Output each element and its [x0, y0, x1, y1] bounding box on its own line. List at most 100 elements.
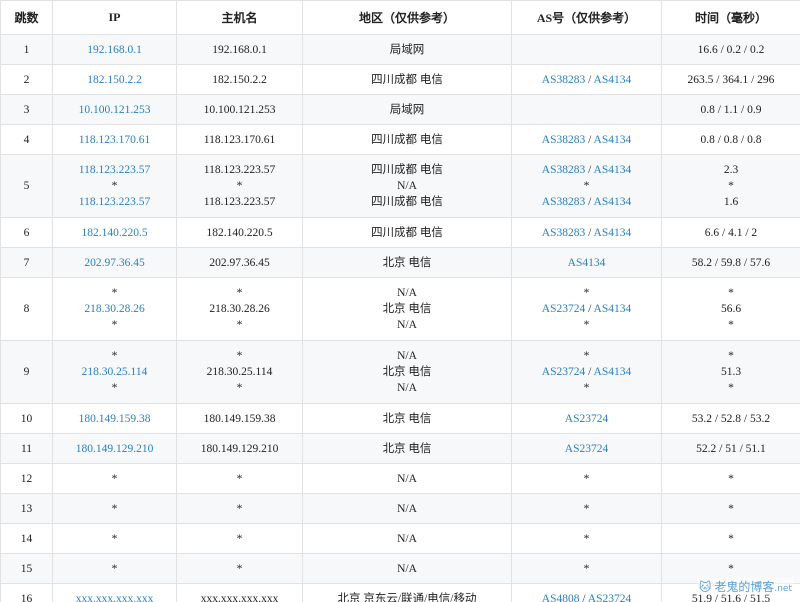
as-line: *	[512, 285, 661, 301]
as-link[interactable]: AS38283	[542, 164, 585, 176]
ip-link[interactable]: 180.149.129.210	[53, 441, 176, 457]
as-cell: * AS23724 / AS4134 *	[511, 277, 662, 341]
as-separator: /	[585, 164, 594, 176]
as-cell: AS38283 / AS4134	[511, 124, 662, 155]
as-link[interactable]: AS38283	[542, 134, 585, 146]
ip-cell: 10.100.121.253	[52, 94, 177, 125]
as-line	[512, 42, 661, 58]
hostname-cell: xxx.xxx.xxx.xxx	[176, 583, 303, 602]
header-as: AS号（仅供参考）	[511, 0, 662, 35]
time-text: 51.3	[720, 366, 742, 378]
ip-link[interactable]: 182.140.220.5	[53, 225, 176, 241]
region-cell: 四川成都 电信 N/A 四川成都 电信	[302, 154, 512, 218]
region-cell: N/A	[302, 523, 512, 554]
hostname-cell: 182.140.220.5	[176, 217, 303, 248]
as-link[interactable]: AS4808	[542, 593, 580, 602]
region-cell: 四川成都 电信	[302, 217, 512, 248]
ip-timeout: *	[111, 472, 118, 485]
as-link[interactable]: AS23724	[588, 593, 631, 602]
hostname-text: 218.30.25.114	[206, 366, 273, 378]
region-cell: 北京 电信	[302, 403, 512, 434]
as-link[interactable]: AS4134	[594, 164, 632, 176]
as-cell	[511, 34, 662, 65]
time-cell: 52.2 / 51 / 51.1	[661, 433, 800, 464]
ip-cell: 180.149.159.38	[52, 403, 177, 434]
ip-link[interactable]: 192.168.0.1	[53, 42, 176, 58]
time-cell: 0.8 / 0.8 / 0.8	[661, 124, 800, 155]
table-row: 5 118.123.223.57 * 118.123.223.57 118.123.22…	[0, 154, 800, 218]
ip-link[interactable]: 10.100.121.253	[53, 102, 176, 118]
ip-timeout: *	[111, 350, 118, 362]
ip-cell: 192.168.0.1	[52, 34, 177, 65]
table-row: 16 xxx.xxx.xxx.xxx xxx.xxx.xxx.xxx 北京 京东云/联…	[0, 583, 800, 602]
as-link[interactable]: AS4134	[594, 303, 632, 315]
time-text: *	[728, 287, 734, 299]
region-text: 北京 电信	[382, 442, 432, 455]
as-cell	[511, 94, 662, 125]
as-link[interactable]: AS4134	[594, 366, 632, 378]
as-link[interactable]: AS4134	[594, 227, 632, 239]
ip-link[interactable]: 118.123.223.57	[53, 162, 176, 178]
as-line: AS4134	[512, 255, 661, 271]
header-hostname: 主机名	[176, 0, 303, 35]
as-timeout: *	[583, 180, 590, 192]
time-text: 16.6 / 0.2 / 0.2	[697, 43, 765, 56]
as-cell: AS4808 / AS23724	[511, 583, 662, 602]
table-row: 9 * 218.30.25.114 * * 218.30.25.114 * N/A 北京 电信 N…	[0, 340, 800, 404]
table-row: 8 * 218.30.28.26 * * 218.30.28.26 * N/A 北京 电信 N/A…	[0, 277, 800, 341]
region-cell: 四川成都 电信	[302, 64, 512, 95]
as-cell: AS4134	[511, 247, 662, 278]
ip-link[interactable]: 218.30.28.26	[53, 301, 176, 317]
as-link[interactable]: AS4134	[568, 257, 606, 269]
region-cell: N/A 北京 电信 N/A	[302, 340, 512, 404]
as-line: *	[512, 380, 661, 396]
as-link[interactable]: AS23724	[565, 443, 608, 455]
ip-link[interactable]: 118.123.223.57	[53, 194, 176, 210]
hop-number: 2	[23, 73, 30, 86]
region-cell: 北京 电信	[302, 433, 512, 464]
hostname-text: 118.123.223.57	[203, 164, 276, 176]
time-text: 53.2 / 52.8 / 53.2	[691, 412, 771, 425]
ip-cell: 182.150.2.2	[52, 64, 177, 95]
hostname-text: *	[236, 472, 243, 485]
ip-link[interactable]: 202.97.36.45	[53, 255, 176, 271]
as-link[interactable]: AS4134	[594, 134, 632, 146]
as-link[interactable]: AS38283	[542, 196, 585, 208]
hostname-cell: 118.123.170.61	[176, 124, 303, 155]
hostname-text: *	[236, 319, 243, 331]
as-link[interactable]: AS38283	[542, 227, 585, 239]
hostname-text: *	[236, 180, 243, 192]
hop-number: 15	[20, 562, 33, 575]
hop-number: 7	[23, 256, 30, 269]
ip-link[interactable]: xxx.xxx.xxx.xxx	[53, 591, 176, 602]
as-cell: AS23724	[511, 403, 662, 434]
hostname-cell: * 218.30.28.26 *	[176, 277, 303, 341]
hop-number: 4	[23, 133, 30, 146]
as-separator: /	[585, 226, 594, 239]
as-line: *	[512, 348, 661, 364]
ip-link[interactable]: 218.30.25.114	[53, 364, 176, 380]
as-link[interactable]: AS23724	[542, 303, 585, 315]
as-timeout: *	[583, 382, 590, 394]
hostname-text: 180.149.129.210	[200, 442, 279, 455]
hostname-text: *	[236, 350, 243, 362]
ip-link[interactable]: 180.149.159.38	[53, 411, 176, 427]
as-link[interactable]: AS23724	[542, 366, 585, 378]
as-link[interactable]: AS4134	[594, 74, 632, 86]
as-link[interactable]: AS4134	[594, 196, 632, 208]
region-cell: N/A	[302, 493, 512, 524]
ip-link[interactable]: 182.150.2.2	[53, 72, 176, 88]
hop-number: 5	[23, 180, 30, 192]
as-link[interactable]: AS23724	[565, 413, 608, 425]
hostname-text: *	[236, 562, 243, 575]
as-link[interactable]: AS38283	[542, 74, 585, 86]
time-cell: 0.8 / 1.1 / 0.9	[661, 94, 800, 125]
ip-link[interactable]: 118.123.170.61	[53, 132, 176, 148]
hostname-cell: 118.123.223.57 * 118.123.223.57	[176, 154, 303, 218]
hop-number: 13	[20, 502, 33, 515]
hostname-text: xxx.xxx.xxx.xxx	[200, 592, 279, 602]
hop-number: 14	[20, 532, 33, 545]
time-text: 0.8 / 0.8 / 0.8	[700, 133, 762, 146]
time-cell: 58.2 / 59.8 / 57.6	[661, 247, 800, 278]
as-cell: AS23724	[511, 433, 662, 464]
